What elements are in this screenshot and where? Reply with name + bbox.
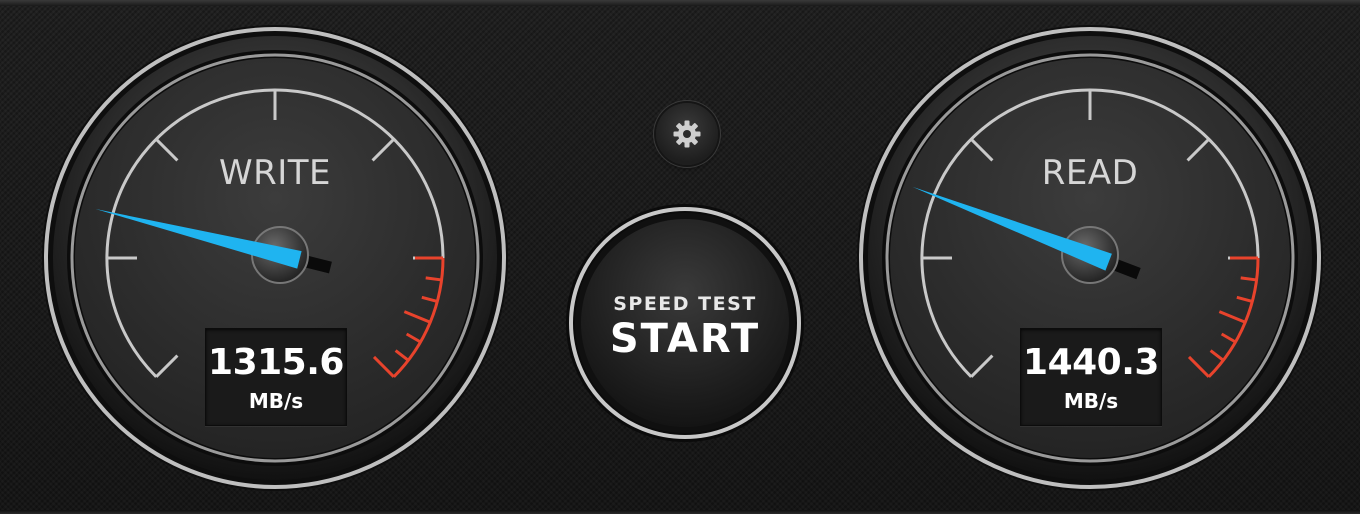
write-readout: 1315.6 MB/s [205, 328, 347, 426]
window-top-edge [0, 0, 1360, 6]
window-bottom-edge [0, 510, 1360, 514]
read-value: 1440.3 [1023, 342, 1159, 383]
settings-button[interactable] [656, 103, 718, 165]
gear-icon [673, 120, 701, 148]
read-label: READ [1041, 153, 1139, 193]
write-gauge: WRITE 1315.6 MB/s [40, 23, 510, 493]
write-unit: MB/s [248, 389, 304, 413]
read-unit: MB/s [1063, 389, 1119, 413]
redline-tick [425, 276, 442, 282]
speed-test-start-button[interactable]: SPEED TEST START [565, 203, 805, 443]
write-label: WRITE [218, 153, 332, 193]
start-label: START [609, 316, 761, 362]
read-gauge: READ 1440.3 MB/s [855, 23, 1325, 493]
start-subtitle: SPEED TEST [613, 293, 757, 315]
write-value: 1315.6 [208, 342, 344, 383]
redline-tick [1240, 276, 1257, 282]
read-readout: 1440.3 MB/s [1020, 328, 1162, 426]
